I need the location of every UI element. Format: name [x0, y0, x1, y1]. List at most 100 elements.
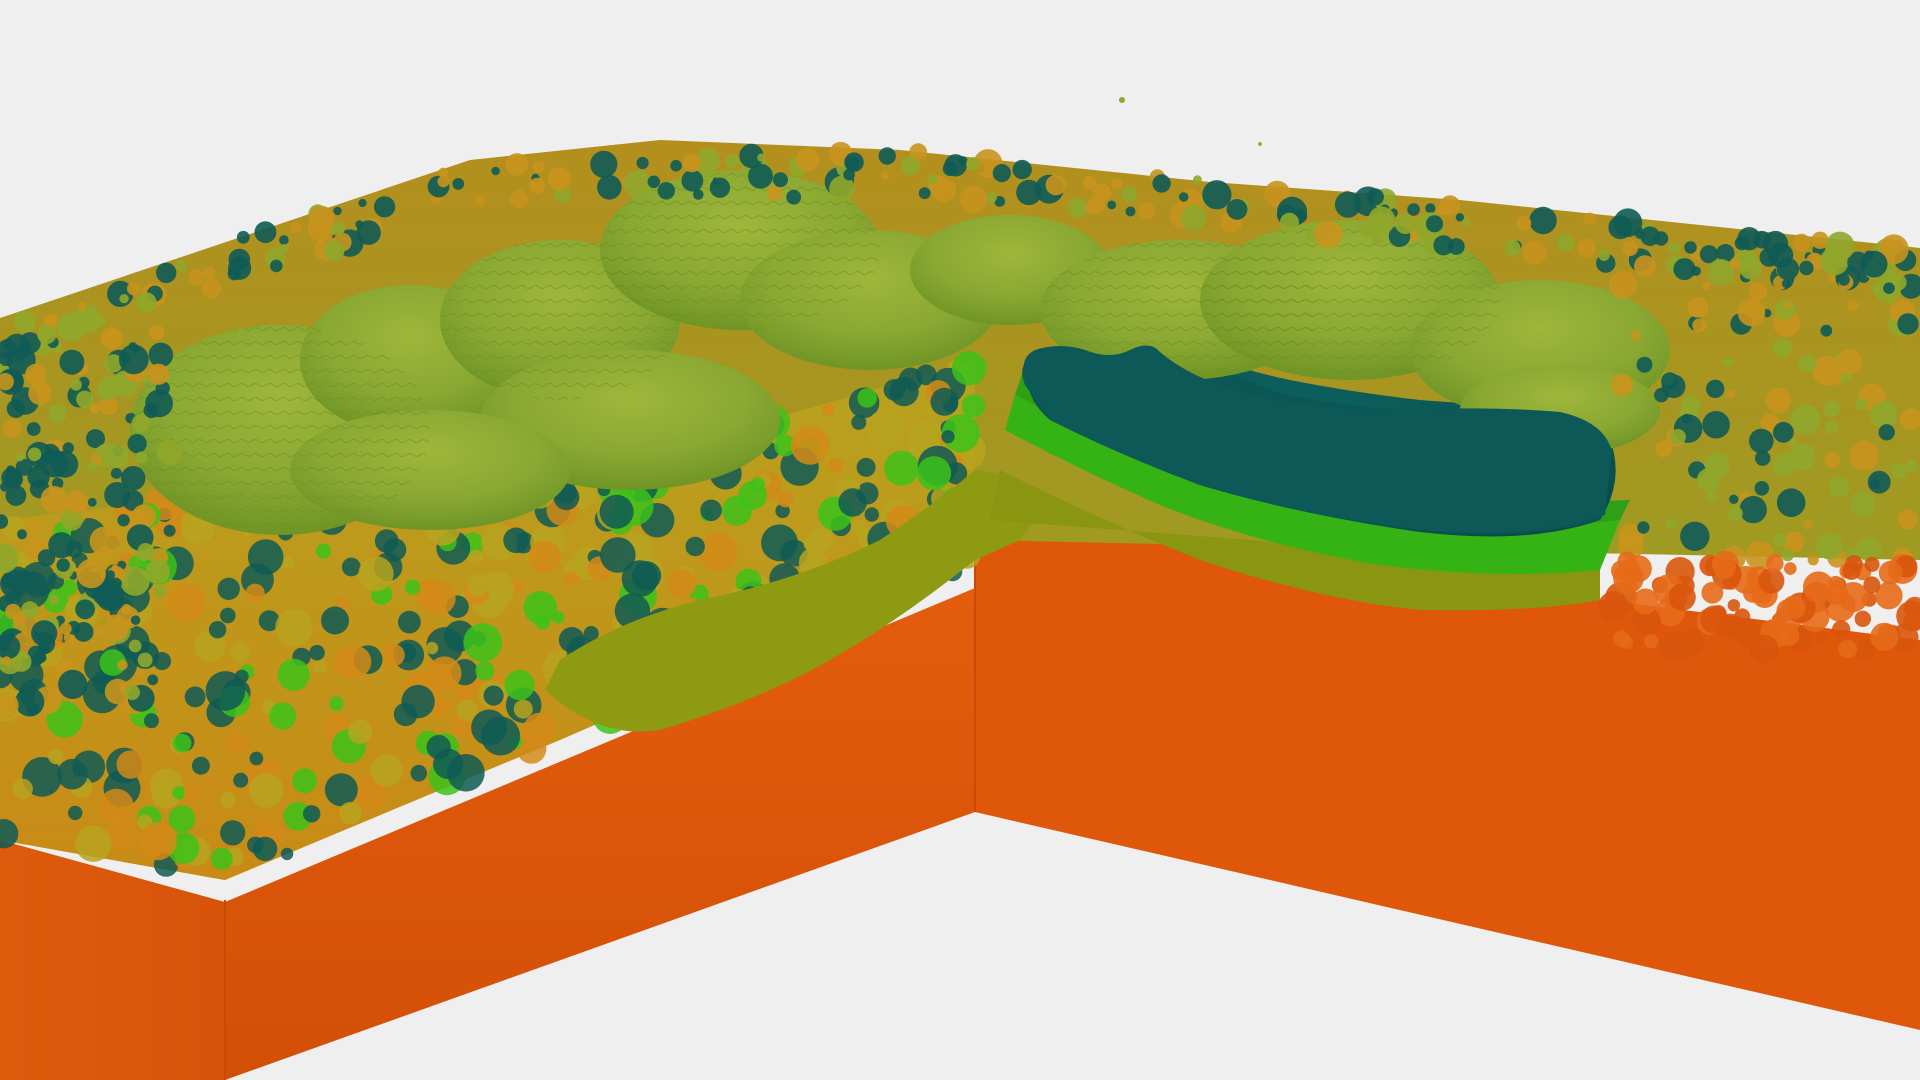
pebble: [822, 403, 835, 417]
vegetation-blob: [452, 178, 465, 190]
vegetation-blob: [236, 230, 250, 244]
vegetation-blob: [1045, 174, 1067, 196]
vegetation-blob: [56, 313, 85, 342]
vegetation-blob: [105, 570, 116, 580]
pebble: [1660, 631, 1691, 662]
vegetation-blob: [130, 615, 141, 625]
vegetation-blob: [1598, 249, 1610, 261]
vegetation-blob: [1107, 200, 1117, 210]
vegetation-blob: [438, 167, 449, 178]
vegetation-blob: [89, 526, 119, 556]
vegetation-blob: [1878, 424, 1895, 441]
pebble: [504, 669, 535, 701]
vegetation-blob: [0, 569, 29, 599]
vegetation-blob: [1776, 257, 1800, 281]
pebble: [1597, 591, 1629, 623]
vegetation-blob: [117, 514, 130, 527]
pebble: [685, 536, 705, 557]
vegetation-blob: [1696, 468, 1720, 492]
vegetation-blob: [59, 622, 72, 635]
pebble: [57, 758, 88, 790]
vegetation-blob: [1092, 183, 1112, 203]
vegetation-blob: [26, 422, 41, 436]
vegetation-blob: [1776, 488, 1806, 517]
pebble: [324, 773, 358, 807]
pebble: [348, 719, 373, 744]
vegetation-blob: [156, 262, 177, 283]
pebble: [280, 847, 294, 861]
pebble: [138, 822, 177, 861]
pebble: [48, 748, 64, 765]
vegetation-blob: [59, 349, 85, 375]
vegetation-blob: [1085, 200, 1100, 215]
vegetation-blob: [26, 702, 40, 716]
pebble: [420, 580, 456, 616]
pebble: [469, 549, 484, 564]
vegetation-blob: [120, 566, 150, 596]
pebble: [393, 702, 418, 727]
vegetation-blob: [1729, 494, 1739, 504]
vegetation-blob: [682, 153, 702, 173]
pebble: [1878, 560, 1903, 585]
vegetation-blob: [358, 198, 367, 208]
vegetation-blob: [1556, 233, 1575, 252]
pebble: [1644, 634, 1659, 649]
vegetation-blob: [279, 235, 289, 245]
vegetation-blob: [1798, 354, 1817, 373]
vegetation-blob: [333, 206, 342, 216]
vegetation-blob: [1702, 411, 1730, 439]
vegetation-blob: [1816, 532, 1843, 560]
pebble: [475, 661, 495, 681]
pebble: [700, 499, 722, 522]
vegetation-blob: [135, 669, 144, 678]
vegetation-blob: [1905, 460, 1918, 473]
pebble: [220, 607, 236, 624]
vegetation-blob: [148, 324, 165, 341]
vegetation-blob: [1368, 206, 1396, 234]
vegetation-blob: [1425, 215, 1444, 233]
vegetation-blob: [918, 187, 931, 200]
vegetation-blob: [1684, 241, 1697, 254]
vegetation-blob: [51, 450, 79, 478]
vegetation-blob: [1869, 401, 1897, 428]
vegetation-blob: [1692, 318, 1707, 333]
vegetation-blob: [636, 156, 649, 170]
pebble: [224, 730, 248, 754]
vegetation-blob: [127, 434, 147, 454]
vegetation-blob: [1125, 206, 1136, 217]
vegetation-blob: [529, 177, 546, 194]
pebble: [329, 696, 344, 711]
pebble: [303, 805, 321, 823]
vegetation-blob: [772, 172, 788, 188]
vegetation-blob: [1849, 491, 1876, 517]
vegetation-blob: [966, 157, 980, 171]
vegetation-blob: [76, 558, 106, 589]
vegetation-blob: [117, 659, 128, 671]
base-block-left-face: [0, 840, 225, 1080]
pebble: [220, 820, 246, 846]
vegetation-blob: [491, 166, 500, 176]
vegetation-blob: [880, 171, 889, 180]
vegetation-blob: [786, 189, 802, 205]
vegetation-blob: [78, 302, 87, 311]
vegetation-blob: [1407, 203, 1420, 216]
vegetation-blob: [1111, 178, 1123, 190]
vegetation-blob: [959, 186, 987, 213]
pebble: [463, 623, 503, 662]
vegetation-blob: [1016, 179, 1042, 206]
pebble: [341, 557, 361, 577]
floating-speck: [1258, 142, 1262, 146]
vegetation-blob: [1661, 372, 1679, 390]
vegetation-blob: [1462, 218, 1471, 227]
pebble: [1844, 555, 1863, 574]
vegetation-blob: [58, 669, 88, 700]
pebble: [1781, 595, 1806, 620]
pebble: [282, 556, 295, 569]
vegetation-blob: [1067, 197, 1088, 218]
pebble: [358, 556, 394, 592]
pebble: [144, 713, 159, 729]
vegetation-blob: [1748, 282, 1768, 301]
vegetation-blob: [290, 222, 302, 233]
vegetation-blob: [28, 521, 41, 535]
pebble: [425, 641, 439, 655]
